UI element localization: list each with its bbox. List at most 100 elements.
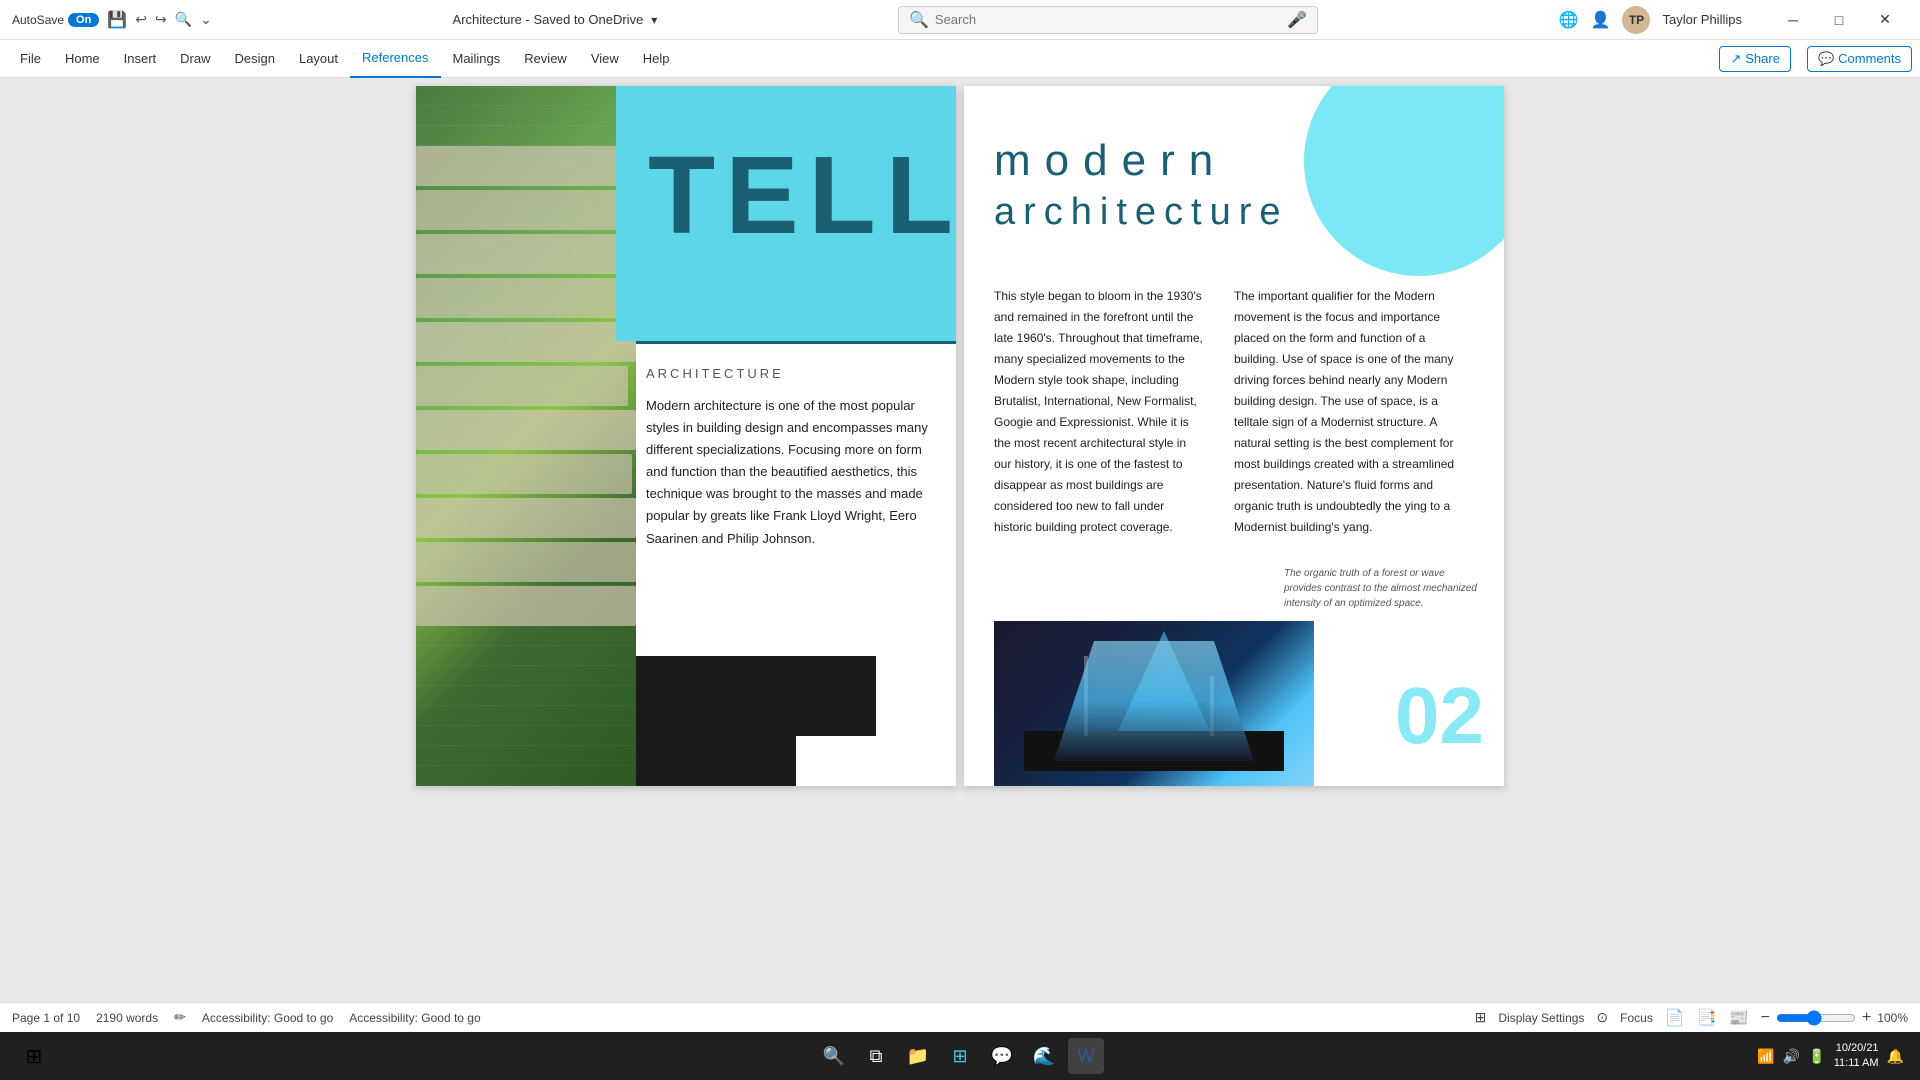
ribbon-layout[interactable]: Layout xyxy=(287,40,350,78)
doc-title: Architecture - Saved to OneDrive xyxy=(453,12,644,27)
file-explorer-icon: 📁 xyxy=(907,1046,929,1067)
page2-caption: The organic truth of a forest or wave pr… xyxy=(1284,566,1484,611)
ribbon-help[interactable]: Help xyxy=(631,40,682,78)
taskbar-time-display: 10/20/21 xyxy=(1834,1041,1879,1056)
search-taskbar-icon: 🔍 xyxy=(823,1046,845,1067)
view-read-icon[interactable]: 📰 xyxy=(1729,1008,1749,1028)
zoom-level: 100% xyxy=(1877,1011,1908,1025)
share-button[interactable]: ↗ Share xyxy=(1719,46,1791,72)
ribbon-references[interactable]: References xyxy=(350,40,440,78)
page1-bottom-dark-sq xyxy=(786,656,876,736)
page2-column1: This style began to bloom in the 1930's … xyxy=(994,286,1204,538)
status-bar: Page 1 of 10 2190 words ✏ Accessibility:… xyxy=(0,1002,1920,1032)
title-bar-right: 🌐 👤 TP Taylor Phillips ─ □ ✕ xyxy=(1559,4,1908,36)
zoom-out-button[interactable]: − xyxy=(1761,1009,1770,1027)
comments-button[interactable]: 💬 Comments xyxy=(1807,46,1912,72)
ribbon-menu: File Home Insert Draw Design Layout Refe… xyxy=(8,40,682,78)
taskbar-right: 📶 🔊 🔋 10/20/21 11:11 AM 🔔 xyxy=(1757,1041,1904,1072)
profile-icon[interactable]: 👤 xyxy=(1591,10,1611,30)
taskbar-date-display: 11:11 AM xyxy=(1834,1056,1879,1071)
start-button[interactable]: ⊞ xyxy=(16,1038,52,1074)
display-settings-label[interactable]: Display Settings xyxy=(1498,1011,1584,1025)
ribbon: File Home Insert Draw Design Layout Refe… xyxy=(0,40,1920,78)
ribbon-home[interactable]: Home xyxy=(53,40,112,78)
autosave-area: AutoSave On xyxy=(12,13,99,27)
view-print-icon[interactable]: 📄 xyxy=(1665,1008,1685,1028)
ribbon-file[interactable]: File xyxy=(8,40,53,78)
search-taskbar-button[interactable]: 🔍 xyxy=(816,1038,852,1074)
word-button[interactable]: W xyxy=(1068,1038,1104,1074)
accessibility-status[interactable]: Accessibility: Good to go xyxy=(202,1011,333,1025)
taskbar-left: ⊞ xyxy=(16,1038,52,1074)
ribbon-mailings[interactable]: Mailings xyxy=(441,40,513,78)
pages-wrapper: TELL ARCHITECTURE Modern architecture is… xyxy=(408,78,1512,1002)
dropdown-icon[interactable]: ▾ xyxy=(651,13,657,27)
title-bar-center: Architecture - Saved to OneDrive ▾ xyxy=(453,12,658,27)
battery-icon[interactable]: 🔋 xyxy=(1808,1048,1825,1065)
search-icon: 🔍 xyxy=(909,10,929,30)
page-2: modern architecture This style began to … xyxy=(964,86,1504,786)
network-icon[interactable]: 📶 xyxy=(1757,1048,1774,1065)
autosave-toggle[interactable]: On xyxy=(68,13,99,27)
view-web-icon[interactable]: 📑 xyxy=(1697,1008,1717,1028)
word-count: 2190 words xyxy=(96,1011,158,1025)
display-settings-icon[interactable]: ⊞ xyxy=(1475,1009,1487,1026)
avatar[interactable]: TP xyxy=(1622,6,1650,34)
restore-button[interactable]: □ xyxy=(1816,4,1862,36)
chat-button[interactable]: 💬 xyxy=(984,1038,1020,1074)
mic-icon[interactable]: 🎤 xyxy=(1287,10,1307,30)
comments-label: Comments xyxy=(1838,51,1901,66)
user-name: Taylor Phillips xyxy=(1662,12,1741,27)
page-1: TELL ARCHITECTURE Modern architecture is… xyxy=(416,86,956,786)
page1-content: ARCHITECTURE Modern architecture is one … xyxy=(636,356,946,560)
taskbar-center: 🔍 ⧉ 📁 ⊞ 💬 🌊 W xyxy=(816,1038,1104,1074)
building-image xyxy=(416,86,636,786)
task-view-icon: ⧉ xyxy=(870,1046,883,1067)
page2-cyan-circle xyxy=(1304,86,1504,276)
ribbon-review[interactable]: Review xyxy=(512,40,579,78)
chat-icon: 💬 xyxy=(991,1046,1013,1067)
zoom-slider[interactable] xyxy=(1776,1010,1856,1026)
undo-icon[interactable]: ↩ xyxy=(135,11,147,28)
search-icon-small[interactable]: 🔍 xyxy=(175,11,192,28)
globe-icon[interactable]: 🌐 xyxy=(1559,10,1579,30)
comments-icon: 💬 xyxy=(1818,51,1834,67)
focus-label[interactable]: Focus xyxy=(1620,1011,1653,1025)
task-view-button[interactable]: ⧉ xyxy=(858,1038,894,1074)
accessibility-text: Accessibility: Good to go xyxy=(349,1011,480,1025)
page1-body: Modern architecture is one of the most p… xyxy=(646,395,936,550)
widgets-icon: ⊞ xyxy=(952,1046,967,1067)
ribbon-insert[interactable]: Insert xyxy=(112,40,169,78)
volume-icon[interactable]: 🔊 xyxy=(1783,1048,1800,1065)
more-options-icon[interactable]: ⌄ xyxy=(200,11,212,28)
page2-bottom-image xyxy=(994,621,1314,786)
ribbon-design[interactable]: Design xyxy=(223,40,287,78)
file-explorer-button[interactable]: 📁 xyxy=(900,1038,936,1074)
taskbar: ⊞ 🔍 ⧉ 📁 ⊞ 💬 🌊 W 📶 🔊 🔋 10/20/21 11:1 xyxy=(0,1032,1920,1080)
taskbar-datetime[interactable]: 10/20/21 11:11 AM xyxy=(1834,1041,1879,1072)
ribbon-view[interactable]: View xyxy=(579,40,631,78)
edge-button[interactable]: 🌊 xyxy=(1026,1038,1062,1074)
page1-title-text: TELL xyxy=(648,134,956,257)
page1-bottom-dark xyxy=(636,656,796,786)
focus-icon[interactable]: ⊙ xyxy=(1596,1009,1608,1026)
redo-icon[interactable]: ↪ xyxy=(155,11,167,28)
ribbon-right: ↗ Share 💬 Comments xyxy=(1719,46,1912,72)
share-icon: ↗ xyxy=(1730,51,1741,67)
widgets-button[interactable]: ⊞ xyxy=(942,1038,978,1074)
ribbon-draw[interactable]: Draw xyxy=(168,40,222,78)
save-icon[interactable]: 💾 xyxy=(107,10,127,30)
search-bar[interactable]: 🔍 🎤 xyxy=(898,6,1318,34)
page2-column2: The important qualifier for the Modern m… xyxy=(1234,286,1464,538)
word-icon: W xyxy=(1078,1046,1095,1067)
zoom-in-button[interactable]: + xyxy=(1862,1009,1871,1027)
edit-icon[interactable]: ✏ xyxy=(174,1009,186,1026)
minimize-button[interactable]: ─ xyxy=(1770,4,1816,36)
zoom-control: − + 100% xyxy=(1761,1009,1908,1027)
search-input[interactable] xyxy=(935,12,1287,27)
status-left: Page 1 of 10 2190 words ✏ Accessibility:… xyxy=(12,1009,481,1026)
windows-icon: ⊞ xyxy=(26,1044,43,1069)
notifications-icon[interactable]: 🔔 xyxy=(1887,1048,1904,1065)
page2-title-line2: architecture xyxy=(994,191,1289,234)
close-button[interactable]: ✕ xyxy=(1862,4,1908,36)
